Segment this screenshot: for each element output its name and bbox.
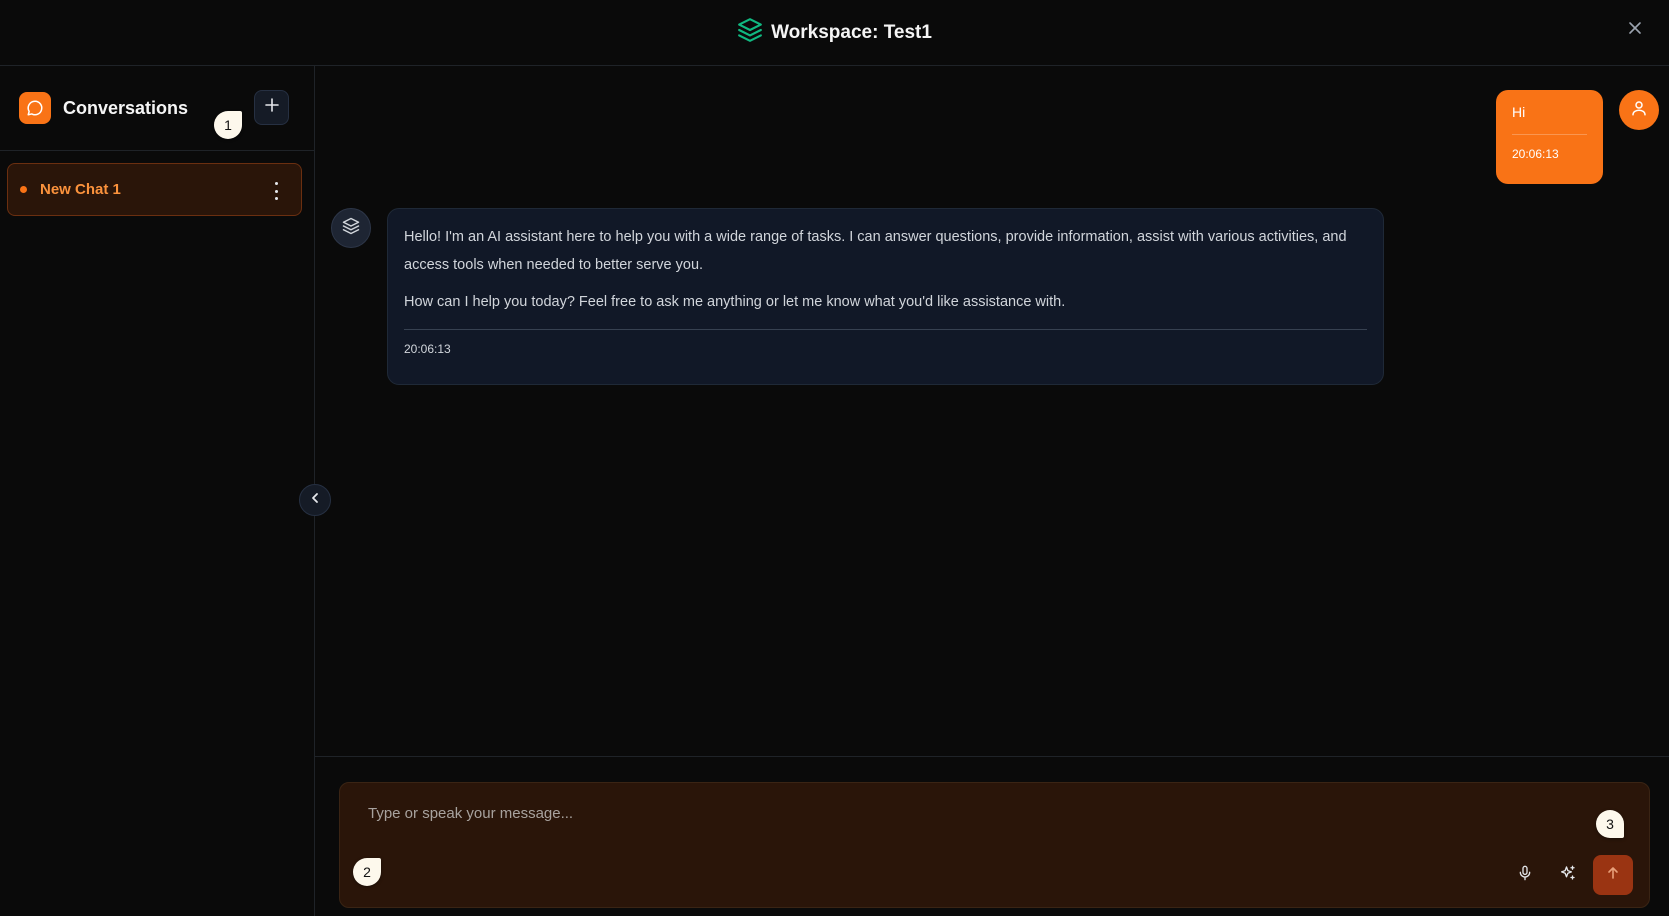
plus-icon — [264, 98, 279, 117]
annotation-marker: 3 — [1596, 810, 1624, 838]
message-divider — [404, 329, 1367, 330]
sidebar-header: Conversations — [0, 66, 314, 151]
annotation-marker: 1 — [214, 111, 242, 139]
active-indicator-dot — [20, 186, 27, 193]
sparkles-icon — [1559, 864, 1577, 887]
layers-icon — [342, 217, 360, 240]
annotation-marker: 2 — [353, 858, 381, 886]
user-message-text: Hi — [1512, 104, 1526, 120]
microphone-button[interactable] — [1508, 858, 1542, 892]
workspace-title-group: Workspace: Test1 — [737, 17, 932, 48]
message-divider — [1512, 134, 1587, 135]
assistant-avatar — [331, 208, 371, 248]
microphone-icon — [1517, 865, 1533, 886]
assistant-message-paragraph: How can I help you today? Feel free to a… — [404, 294, 1066, 310]
new-chat-button[interactable] — [254, 90, 289, 125]
more-vertical-icon[interactable] — [271, 182, 281, 200]
message-input[interactable] — [368, 801, 1368, 825]
message-composer — [339, 782, 1650, 908]
sidebar-title: Conversations — [63, 97, 189, 118]
arrow-up-icon — [1606, 866, 1620, 885]
user-icon — [1630, 99, 1648, 122]
enhance-prompt-button[interactable] — [1551, 858, 1585, 892]
chat-item-label: New Chat 1 — [40, 181, 121, 198]
user-avatar — [1619, 90, 1659, 130]
user-message: Hi 20:06:13 — [1496, 90, 1603, 184]
collapse-sidebar-button[interactable] — [299, 484, 331, 516]
chevron-left-icon — [309, 491, 321, 509]
assistant-message-timestamp: 20:06:13 — [404, 342, 451, 356]
close-icon — [1627, 20, 1643, 41]
top-bar: Workspace: Test1 — [0, 0, 1669, 66]
workspace-title: Workspace: Test1 — [771, 21, 932, 43]
layers-icon — [737, 17, 763, 48]
close-button[interactable] — [1623, 18, 1647, 42]
assistant-message: Hello! I'm an AI assistant here to help … — [387, 208, 1384, 385]
send-button[interactable] — [1593, 855, 1633, 895]
chat-bubble-icon — [19, 92, 51, 124]
conversations-sidebar: Conversations New Chat 1 — [0, 66, 315, 916]
assistant-message-paragraph: Hello! I'm an AI assistant here to help … — [404, 229, 1347, 273]
user-message-timestamp: 20:06:13 — [1512, 147, 1559, 161]
sidebar-chat-item[interactable]: New Chat 1 — [7, 163, 302, 216]
